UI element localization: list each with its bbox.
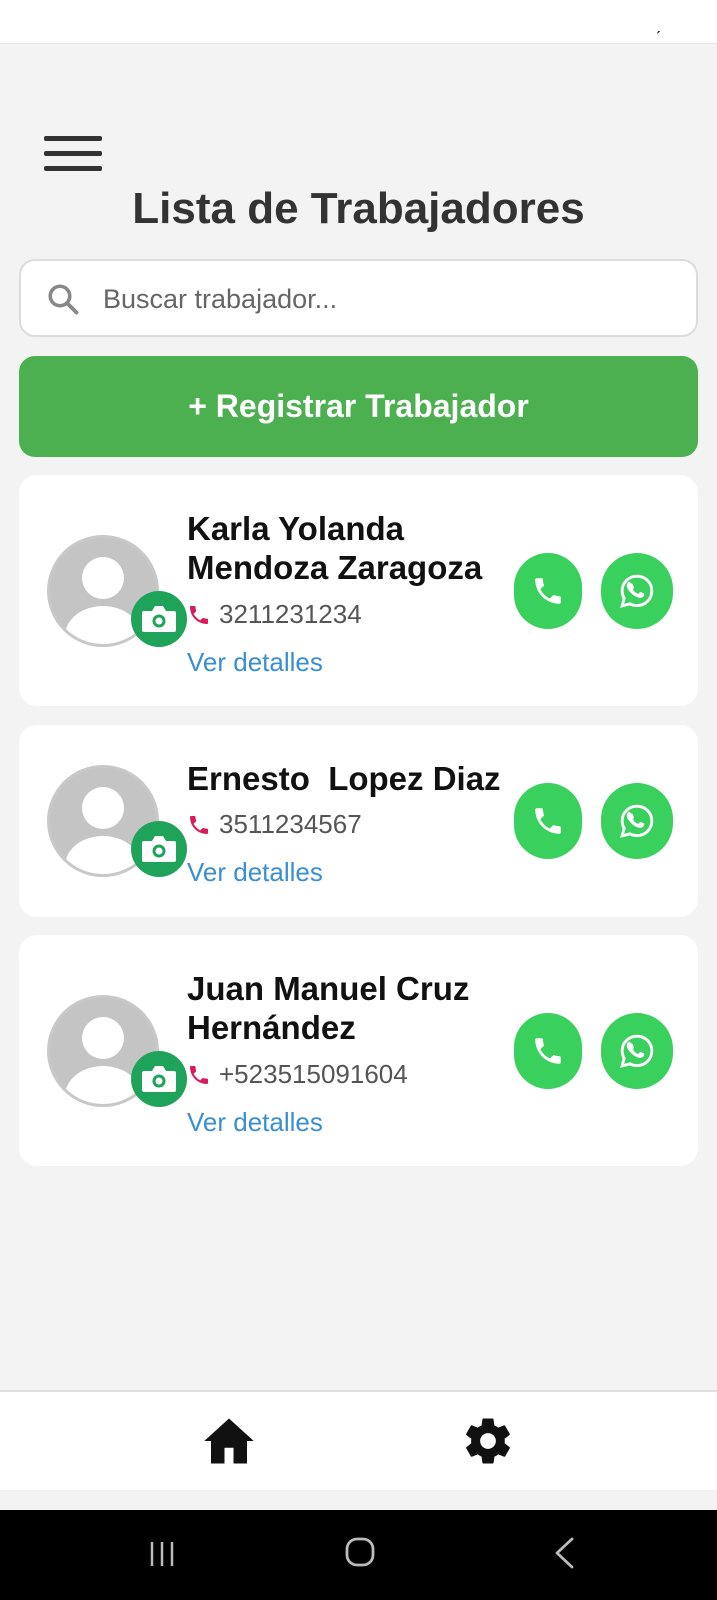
worker-card: Juan Manuel Cruz Hernández +523515091604… — [19, 935, 698, 1166]
gear-icon[interactable] — [461, 1414, 515, 1468]
phone-row: 3211231234 — [187, 599, 362, 630]
back-icon[interactable] — [552, 1536, 576, 1570]
phone-row: 3511234567 — [187, 809, 362, 840]
register-worker-button[interactable]: + Registrar Trabajador — [19, 356, 698, 457]
view-details-link[interactable]: Ver detalles — [187, 857, 323, 888]
phone-call-icon — [535, 578, 561, 604]
whatsapp-button[interactable] — [601, 783, 673, 859]
home-icon[interactable] — [202, 1416, 256, 1466]
search-input[interactable] — [103, 275, 673, 323]
whatsapp-icon — [620, 574, 654, 608]
home-circle-icon[interactable] — [344, 1536, 376, 1568]
view-details-link[interactable]: Ver detalles — [187, 1107, 323, 1138]
phone-call-icon — [535, 1038, 561, 1064]
phone-number: 3211231234 — [219, 599, 362, 629]
phone-icon — [190, 605, 208, 624]
call-button[interactable] — [514, 553, 582, 629]
page-title: Lista de Trabajadores — [132, 184, 585, 233]
phone-icon — [190, 815, 208, 834]
status-indicator: ˏ — [655, 14, 661, 34]
phone-icon — [190, 1065, 208, 1084]
worker-card: Karla Yolanda Mendoza Zaragoza 321123123… — [19, 475, 698, 706]
whatsapp-button[interactable] — [601, 1013, 673, 1089]
recent-apps-icon[interactable] — [146, 1538, 178, 1570]
bottom-navigation — [0, 1390, 717, 1490]
avatar[interactable] — [47, 765, 187, 877]
camera-icon[interactable] — [131, 821, 187, 877]
call-button[interactable] — [514, 783, 582, 859]
worker-name: Juan Manuel Cruz Hernández — [187, 970, 470, 1046]
phone-row: +523515091604 — [187, 1059, 408, 1090]
system-navigation-bar — [0, 1510, 717, 1600]
search-icon — [48, 284, 79, 315]
call-button[interactable] — [514, 1013, 582, 1089]
worker-name: Ernesto Lopez Diaz — [187, 760, 501, 797]
phone-number: +523515091604 — [219, 1059, 408, 1089]
phone-call-icon — [535, 808, 561, 834]
whatsapp-button[interactable] — [601, 553, 673, 629]
menu-icon[interactable] — [44, 134, 104, 176]
whatsapp-icon — [620, 1034, 654, 1068]
worker-name: Karla Yolanda Mendoza Zaragoza — [187, 510, 483, 586]
phone-number: 3511234567 — [219, 809, 362, 839]
status-bar: ˏ — [0, 0, 717, 44]
view-details-link[interactable]: Ver detalles — [187, 647, 323, 678]
whatsapp-icon — [620, 804, 654, 838]
avatar[interactable] — [47, 995, 187, 1107]
camera-icon[interactable] — [131, 1051, 187, 1107]
search-bar[interactable] — [19, 259, 698, 337]
camera-icon[interactable] — [131, 591, 187, 647]
worker-card: Ernesto Lopez Diaz 3511234567 Ver detall… — [19, 725, 698, 917]
avatar[interactable] — [47, 535, 187, 647]
